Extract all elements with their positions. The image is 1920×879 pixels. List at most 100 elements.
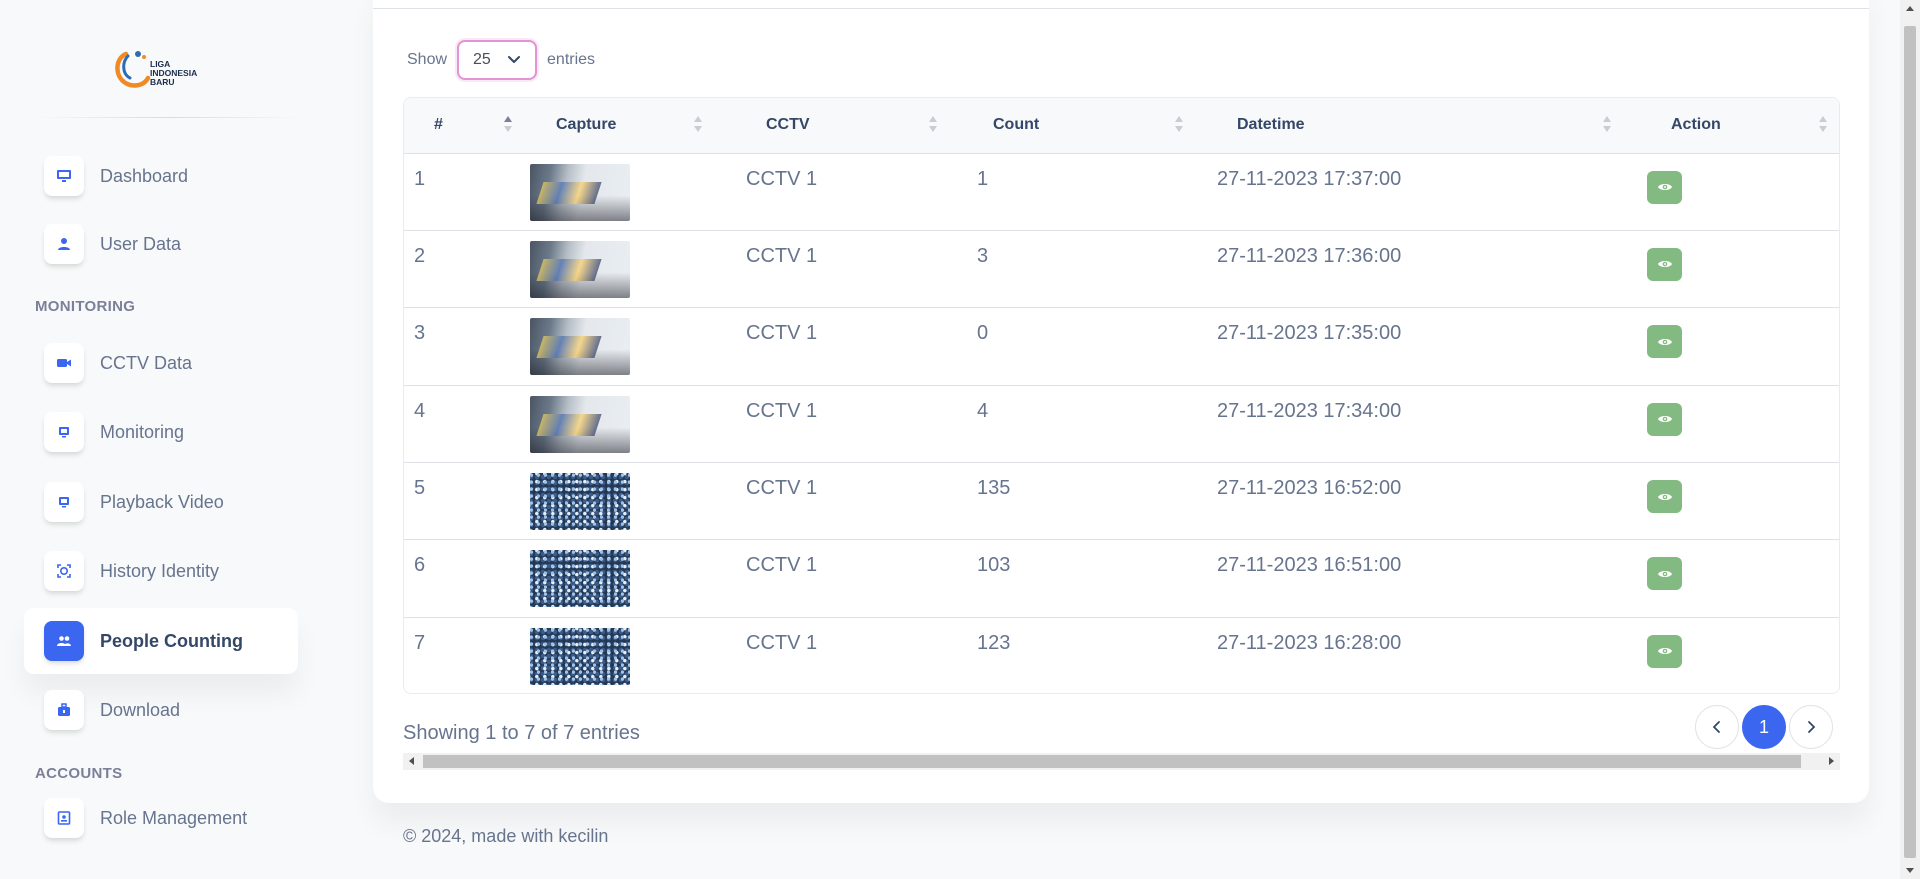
cell-number: 4 <box>414 399 426 422</box>
sidebar-item-user-data[interactable]: User Data <box>24 211 298 277</box>
monitor-icon <box>44 412 84 452</box>
column-header-count[interactable]: Count <box>951 98 1197 154</box>
cell-cctv: CCTV 1 <box>746 554 818 577</box>
cell-count: 123 <box>977 631 1011 654</box>
cell-capture <box>526 153 716 230</box>
page-vertical-scrollbar[interactable] <box>1900 0 1920 879</box>
view-button[interactable] <box>1647 170 1682 204</box>
pagination-page-button[interactable]: 1 <box>1742 705 1786 749</box>
chevron-right-icon <box>1808 721 1816 733</box>
capture-thumbnail[interactable] <box>530 240 630 298</box>
cell-datetime: 27-11-2023 17:37:00 <box>1217 167 1402 190</box>
sort-icon <box>929 116 937 134</box>
cell-action <box>1625 153 1839 230</box>
view-button[interactable] <box>1647 557 1682 591</box>
sidebar-item-label: User Data <box>100 233 182 254</box>
chevron-down-icon <box>508 56 521 63</box>
eye-icon <box>1657 493 1672 500</box>
cell-number: 6 <box>414 554 426 577</box>
capture-thumbnail[interactable] <box>530 163 630 221</box>
capture-thumbnail[interactable] <box>530 318 630 376</box>
cell-action <box>1625 308 1839 385</box>
scrollbar-thumb[interactable] <box>423 755 1801 768</box>
table-horizontal-scrollbar[interactable] <box>403 753 1840 770</box>
capture-thumbnail[interactable] <box>530 550 630 608</box>
view-button[interactable] <box>1647 325 1682 359</box>
sort-icon <box>1819 116 1827 134</box>
cell-capture <box>526 308 716 385</box>
view-button[interactable] <box>1647 402 1682 436</box>
sidebar-item-dashboard[interactable]: Dashboard <box>24 143 298 209</box>
column-header-action[interactable]: Action <box>1625 98 1839 154</box>
monitor-icon <box>44 482 84 522</box>
column-header-number[interactable]: # <box>404 98 526 154</box>
sort-icon <box>1175 116 1183 134</box>
scrollbar-thumb[interactable] <box>1904 26 1916 858</box>
sidebar-item-label: CCTV Data <box>100 352 193 373</box>
cell-number: 7 <box>414 631 426 654</box>
sidebar: LIGA INDONESIA BARU Dashboard User Data … <box>0 0 320 879</box>
table-row: 2 CCTV 1 3 27-11-2023 17:36:00 <box>404 230 1839 308</box>
cell-datetime: 27-11-2023 17:35:00 <box>1217 322 1402 345</box>
column-header-capture[interactable]: Capture <box>526 98 716 154</box>
sort-asc-icon <box>504 116 512 134</box>
sidebar-item-monitoring[interactable]: Monitoring <box>24 399 298 465</box>
sidebar-item-playback-video[interactable]: Playback Video <box>24 469 298 535</box>
cell-count: 103 <box>977 554 1011 577</box>
capture-thumbnail[interactable] <box>530 627 630 685</box>
cell-cctv: CCTV 1 <box>746 244 818 267</box>
chevron-left-icon <box>1712 721 1720 733</box>
sidebar-item-cctv-data[interactable]: CCTV Data <box>24 330 298 396</box>
sidebar-item-label: Monitoring <box>100 421 185 442</box>
table-info-summary: Showing 1 to 7 of 7 entries <box>403 722 640 744</box>
capture-thumbnail[interactable] <box>530 395 630 453</box>
scroll-down-arrow-icon[interactable] <box>1906 868 1914 873</box>
cell-datetime: 27-11-2023 16:52:00 <box>1217 477 1402 500</box>
capture-thumbnail[interactable] <box>530 473 630 531</box>
sidebar-item-people-counting[interactable]: People Counting <box>24 608 298 674</box>
scroll-left-arrow-icon[interactable] <box>409 757 414 765</box>
cell-capture <box>526 230 716 307</box>
liga-indonesia-baru-logo[interactable]: LIGA INDONESIA BARU <box>112 48 212 92</box>
cell-datetime: 27-11-2023 16:28:00 <box>1217 631 1402 654</box>
pagination-prev-button[interactable] <box>1695 705 1739 749</box>
entries-length-control: Show 25 entries <box>407 40 595 80</box>
cell-cctv: CCTV 1 <box>746 477 818 500</box>
table-row: 3 CCTV 1 0 27-11-2023 17:35:00 <box>404 308 1839 386</box>
view-button[interactable] <box>1647 480 1682 514</box>
logo-line-3: BARU <box>150 77 175 87</box>
briefcase-icon <box>44 690 84 730</box>
pagination-next-button[interactable] <box>1789 705 1833 749</box>
sidebar-item-role-management[interactable]: Role Management <box>24 785 298 851</box>
eye-icon <box>1657 261 1672 268</box>
cell-action <box>1625 617 1839 693</box>
cell-action <box>1625 230 1839 307</box>
cell-cctv: CCTV 1 <box>746 631 818 654</box>
cell-cctv: CCTV 1 <box>746 399 818 422</box>
people-counting-table: # Capture CCTV Count Datetime Action 1 C… <box>404 98 1839 693</box>
show-label: Show <box>407 51 448 68</box>
view-button[interactable] <box>1647 247 1682 281</box>
column-header-datetime[interactable]: Datetime <box>1197 98 1625 154</box>
eye-icon <box>1657 570 1672 577</box>
sidebar-item-history-identity[interactable]: History Identity <box>24 538 298 604</box>
table-row: 1 CCTV 1 1 27-11-2023 17:37:00 <box>404 153 1839 231</box>
column-header-cctv[interactable]: CCTV <box>716 98 951 154</box>
cell-action <box>1625 463 1839 540</box>
sidebar-item-label: Role Management <box>100 807 248 828</box>
sidebar-item-label: Download <box>100 699 181 720</box>
entries-select-value: 25 <box>473 51 491 68</box>
cell-number: 2 <box>414 244 426 267</box>
scroll-up-arrow-icon[interactable] <box>1906 6 1914 11</box>
cell-capture <box>526 540 716 617</box>
cell-datetime: 27-11-2023 16:51:00 <box>1217 554 1402 577</box>
view-button[interactable] <box>1647 634 1682 668</box>
user-icon <box>44 224 84 264</box>
entries-per-page-select[interactable]: 25 <box>457 40 538 80</box>
scroll-right-arrow-icon[interactable] <box>1829 757 1834 765</box>
people-counting-table-container: # Capture CCTV Count Datetime Action 1 C… <box>403 97 1840 694</box>
id-card-icon <box>44 798 84 838</box>
table-row: 7 CCTV 1 123 27-11-2023 16:28:00 <box>404 617 1839 693</box>
sidebar-item-label: History Identity <box>100 560 220 581</box>
sidebar-item-download[interactable]: Download <box>24 677 298 743</box>
